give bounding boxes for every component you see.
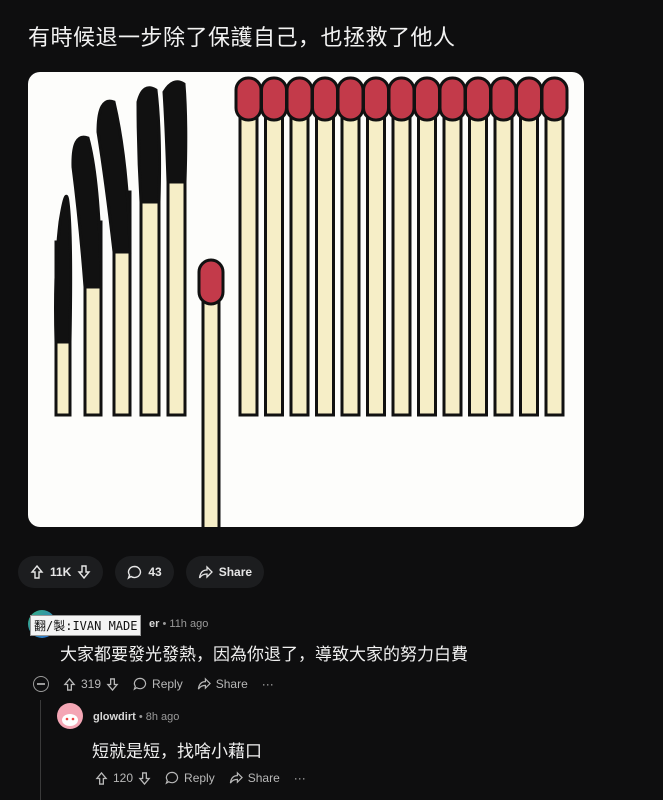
share-arrow-icon (229, 771, 243, 784)
tall-match (489, 76, 518, 417)
vote-pill: 11K (18, 556, 104, 588)
burnt-match-5 (162, 80, 188, 417)
tall-match (387, 76, 416, 417)
comment-vote-count: 120 (113, 771, 134, 785)
comment-vote: 120 (95, 771, 151, 785)
post-title: 有時候退一步除了保護自己，也拯救了他人 (28, 26, 456, 51)
tall-matches (234, 76, 569, 417)
arrow-up-icon[interactable] (30, 565, 44, 579)
reply-label: Reply (152, 677, 183, 691)
vote-count: 11K (50, 565, 72, 579)
comment-time: 11h ago (169, 618, 209, 630)
arrow-up-icon[interactable] (63, 677, 76, 691)
speech-bubble-icon (133, 677, 147, 691)
arrow-down-icon[interactable] (138, 771, 151, 785)
snoo-avatar-icon (62, 714, 78, 726)
comment-text: 大家都要發光發熱，因為你退了，導致大家的努力白費 (60, 645, 468, 665)
share-label: Share (218, 565, 253, 579)
reply-label: Reply (184, 771, 215, 785)
arrow-down-icon[interactable] (106, 677, 119, 691)
comment-count: 43 (148, 565, 162, 579)
comment-text: 短就是短，找啥小藉口 (92, 742, 262, 762)
comment-author[interactable]: glowdirt (93, 711, 136, 723)
tall-match (311, 76, 339, 417)
tall-match (438, 76, 467, 417)
comment-vote-count: 319 (81, 677, 102, 691)
matches-illustration (54, 76, 569, 527)
reply-button[interactable]: Reply (165, 771, 215, 785)
share-button[interactable]: Share (185, 556, 265, 588)
share-button[interactable]: Share (197, 677, 248, 691)
comment-actions: 120 Reply Share ··· (95, 771, 306, 785)
tall-match (540, 76, 569, 417)
tall-match (260, 76, 288, 417)
speech-bubble-icon (165, 771, 179, 785)
tall-match (413, 76, 441, 417)
share-arrow-icon (197, 677, 211, 690)
tall-match (234, 76, 263, 417)
share-label: Share (247, 771, 280, 785)
post-image[interactable] (28, 72, 584, 527)
burnt-match-2 (71, 135, 103, 417)
post-actions: 11K 43 Share (18, 556, 265, 588)
tall-match (336, 76, 365, 417)
reply-button[interactable]: Reply (133, 677, 183, 691)
share-arrow-icon (198, 564, 213, 579)
minus-circle-icon[interactable] (33, 676, 49, 692)
tall-match (515, 76, 543, 417)
share-label: Share (215, 677, 248, 691)
arrow-up-icon[interactable] (95, 771, 108, 785)
comment-meta: glowdirt • 8h ago (93, 711, 180, 723)
comments-button[interactable]: 43 (115, 556, 174, 588)
tall-match (362, 76, 390, 417)
comment-time: 8h ago (145, 711, 180, 723)
more-options-button[interactable]: ··· (294, 771, 306, 785)
tall-match (464, 76, 492, 417)
burnt-match-1 (54, 194, 73, 417)
burnt-match-4 (136, 86, 162, 417)
comment-actions: 319 Reply Share ··· (33, 676, 274, 692)
avatar[interactable] (57, 703, 83, 729)
comment-vote: 319 (63, 677, 119, 691)
short-match (197, 258, 225, 527)
speech-bubble-icon (127, 565, 142, 580)
thread-line[interactable] (40, 700, 41, 800)
share-button[interactable]: Share (229, 771, 280, 785)
comment-author[interactable]: er (149, 618, 159, 630)
comment-meta: er • 11h ago (149, 618, 209, 630)
watermark-label: 翻/製:IVAN MADE (30, 615, 142, 636)
burnt-matches (54, 80, 188, 417)
tall-match (285, 76, 314, 417)
burnt-match-3 (96, 99, 132, 417)
arrow-down-icon[interactable] (77, 565, 91, 579)
more-options-button[interactable]: ··· (262, 677, 274, 691)
